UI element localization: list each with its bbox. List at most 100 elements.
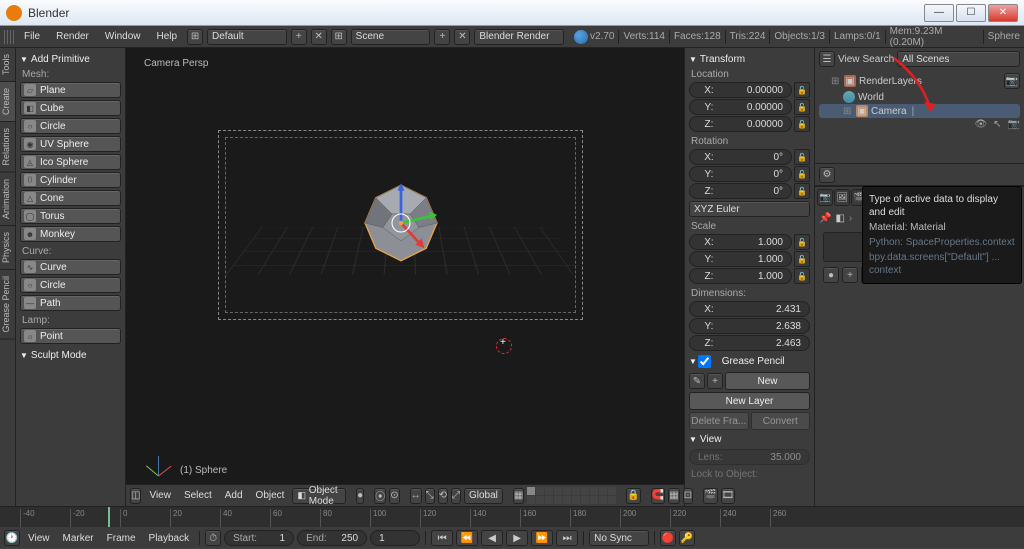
sync-mode-dropdown[interactable]: No Sync: [589, 530, 649, 546]
rotation-x-field[interactable]: X:0°: [689, 149, 792, 165]
viewport-menu-select[interactable]: Select: [179, 488, 217, 503]
timeline-editor-icon[interactable]: 🕐: [4, 530, 20, 546]
dim-y-field[interactable]: Y:2.638: [689, 318, 810, 334]
timeline-menu-frame[interactable]: Frame: [102, 531, 141, 546]
panel-add-primitive[interactable]: Add Primitive: [20, 54, 121, 65]
keyingset-icon[interactable]: 🔑: [679, 530, 695, 546]
lock-icon[interactable]: 🔓: [794, 99, 810, 115]
scale-manip-icon[interactable]: ⤢: [451, 488, 461, 504]
tab-grease-pencil[interactable]: Grease Pencil: [0, 270, 15, 340]
render-preview-icon[interactable]: 🎬: [703, 488, 717, 504]
gp-add-icon[interactable]: +: [707, 373, 723, 389]
keyframe-prev-icon[interactable]: ⏪: [456, 530, 478, 546]
timeline-menu-marker[interactable]: Marker: [58, 531, 99, 546]
timeline-ruler[interactable]: -40-200204060801001201401601802002202402…: [0, 507, 1024, 527]
add-curve-circle-button[interactable]: ○Circle: [20, 277, 121, 293]
lock-icon[interactable]: 🔓: [794, 82, 810, 98]
tab-physics[interactable]: Physics: [0, 226, 15, 270]
add-circle-button[interactable]: ○Circle: [20, 118, 121, 134]
translate-manip-icon[interactable]: ⤡: [425, 488, 435, 504]
add-curve-button[interactable]: ∿Curve: [20, 259, 121, 275]
dim-z-field[interactable]: Z:2.463: [689, 335, 810, 351]
use-preview-range-icon[interactable]: ⏱: [205, 530, 221, 546]
add-monkey-button[interactable]: ☻Monkey: [20, 226, 121, 242]
lock-camera-icon[interactable]: 🔒: [626, 488, 640, 504]
lock-icon[interactable]: 🔓: [794, 251, 810, 267]
autokey-icon[interactable]: 🔴: [660, 530, 676, 546]
scene-browse-icon[interactable]: ⊞: [331, 29, 347, 45]
eye-icon[interactable]: 👁: [974, 119, 987, 130]
scene-dropdown[interactable]: Scene: [351, 29, 431, 45]
tab-animation[interactable]: Animation: [0, 173, 15, 226]
window-minimize-button[interactable]: —: [924, 4, 954, 22]
tab-tools[interactable]: Tools: [0, 48, 15, 82]
snap-element-icon[interactable]: ▦: [668, 488, 679, 504]
outliner-item-camera[interactable]: ⊞▣Camera|: [819, 104, 1020, 118]
editor-type-icon[interactable]: [4, 30, 14, 44]
gp-browse-icon[interactable]: ✎: [689, 373, 705, 389]
3d-viewport[interactable]: Camera Persp (1) Sphere ◫ V: [126, 48, 684, 506]
layout-add-button[interactable]: +: [291, 29, 307, 45]
outliner-filter-dropdown[interactable]: All Scenes: [897, 51, 1020, 67]
lock-icon[interactable]: 🔓: [794, 116, 810, 132]
outliner-menu-search[interactable]: Search: [863, 54, 895, 65]
lens-field[interactable]: Lens:35.000: [689, 449, 810, 465]
window-close-button[interactable]: ✕: [988, 4, 1018, 22]
menu-window[interactable]: Window: [99, 29, 147, 44]
lock-icon[interactable]: 🔓: [794, 234, 810, 250]
viewport-menu-object[interactable]: Object: [251, 488, 290, 503]
rotate-manip-icon[interactable]: ⟲: [438, 488, 448, 504]
lock-icon[interactable]: 🔓: [794, 166, 810, 182]
editor-type-3dview-icon[interactable]: ◫: [130, 488, 141, 504]
menu-file[interactable]: File: [18, 29, 46, 44]
timeline-menu-view[interactable]: View: [23, 531, 55, 546]
add-cylinder-button[interactable]: ⌷Cylinder: [20, 172, 121, 188]
menu-help[interactable]: Help: [150, 29, 183, 44]
gp-new-button[interactable]: New: [725, 372, 810, 390]
timeline-menu-playback[interactable]: Playback: [144, 531, 195, 546]
scene-remove-button[interactable]: ✕: [454, 29, 470, 45]
add-plane-button[interactable]: ▱Plane: [20, 82, 121, 98]
add-torus-button[interactable]: ◯Torus: [20, 208, 121, 224]
location-y-field[interactable]: Y:0.00000: [689, 99, 792, 115]
menu-render[interactable]: Render: [50, 29, 95, 44]
jump-start-icon[interactable]: ⏮: [431, 530, 453, 546]
snap-target-icon[interactable]: ⊡: [683, 488, 693, 504]
tab-create[interactable]: Create: [0, 82, 15, 122]
play-icon[interactable]: ▶: [506, 530, 528, 546]
viewport-menu-view[interactable]: View: [144, 488, 176, 503]
scale-x-field[interactable]: X:1.000: [689, 234, 792, 250]
scale-z-field[interactable]: Z:1.000: [689, 268, 792, 284]
rotation-mode-dropdown[interactable]: XYZ Euler: [689, 201, 810, 217]
location-x-field[interactable]: X:0.00000: [689, 82, 792, 98]
outliner-item-renderlayers[interactable]: ⊞▣RenderLayers📷: [819, 72, 1020, 90]
tab-renderlayers-icon[interactable]: 🖼: [834, 189, 850, 206]
add-cone-button[interactable]: △Cone: [20, 190, 121, 206]
outliner-menu-view[interactable]: View: [838, 54, 860, 65]
jump-end-icon[interactable]: ⏭: [556, 530, 578, 546]
tab-render-icon[interactable]: 📷: [817, 189, 833, 206]
outliner-editor-icon[interactable]: ☰: [819, 51, 835, 67]
render-icon[interactable]: 📷: [1008, 119, 1020, 130]
outliner-item-world[interactable]: World: [819, 90, 1020, 104]
rotation-y-field[interactable]: Y:0°: [689, 166, 792, 182]
panel-view[interactable]: View: [689, 434, 810, 445]
shading-solid-icon[interactable]: ●: [356, 488, 364, 504]
material-browse-icon[interactable]: ●: [823, 267, 839, 283]
scale-y-field[interactable]: Y:1.000: [689, 251, 792, 267]
scene-add-button[interactable]: +: [434, 29, 450, 45]
tab-relations[interactable]: Relations: [0, 122, 15, 173]
gp-delete-frame-button[interactable]: Delete Fra...: [689, 412, 749, 430]
pivot-median-icon[interactable]: ⦿: [374, 488, 386, 504]
cursor-icon[interactable]: ↖: [993, 119, 1001, 130]
lock-icon[interactable]: 🔓: [794, 149, 810, 165]
gp-checkbox[interactable]: [698, 355, 711, 368]
add-icosphere-button[interactable]: ◬Ico Sphere: [20, 154, 121, 170]
dim-x-field[interactable]: X:2.431: [689, 301, 810, 317]
render-engine-dropdown[interactable]: Blender Render: [474, 29, 564, 45]
manipulator-toggle-icon[interactable]: ↔: [410, 488, 422, 504]
gp-new-layer-button[interactable]: New Layer: [689, 392, 810, 410]
screen-layout-dropdown[interactable]: Default: [207, 29, 287, 45]
location-z-field[interactable]: Z:0.00000: [689, 116, 792, 132]
play-reverse-icon[interactable]: ◀: [481, 530, 503, 546]
